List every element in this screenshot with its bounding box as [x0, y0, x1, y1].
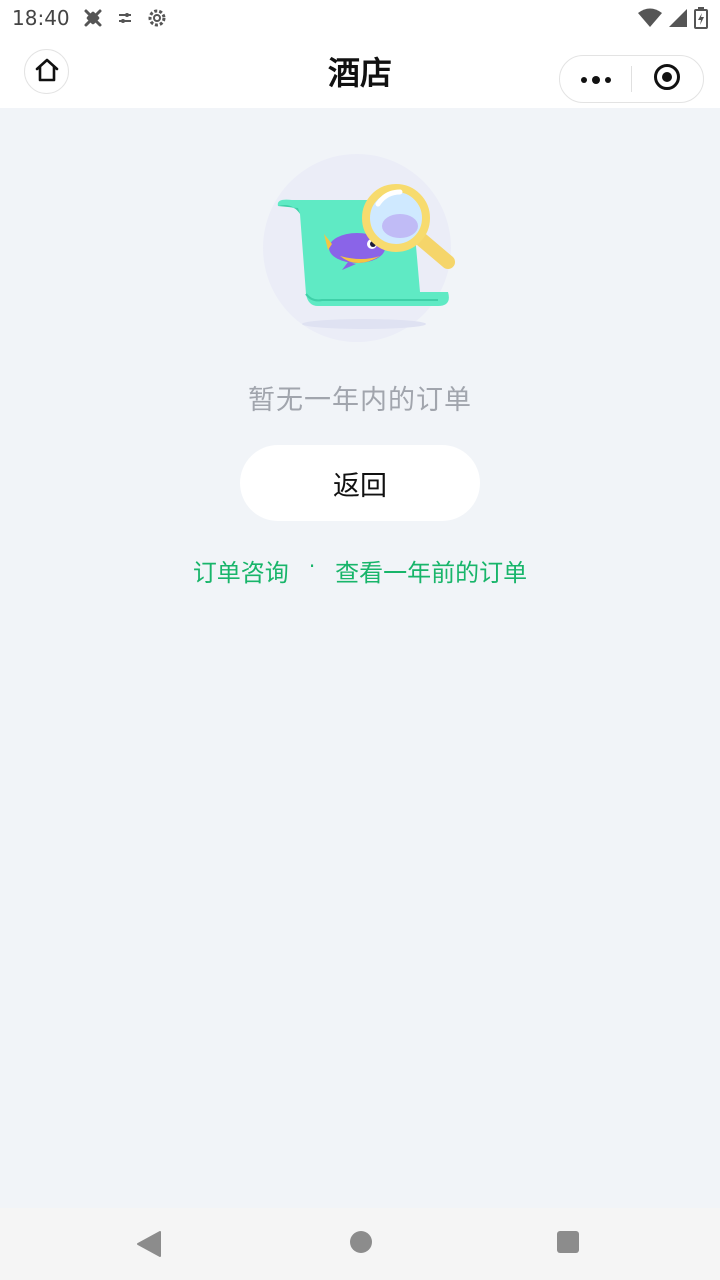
link-separator: · [308, 554, 316, 578]
battery-icon [694, 7, 708, 29]
older-orders-link[interactable]: 查看一年前的订单 [335, 553, 527, 588]
close-mini-program-button[interactable] [632, 56, 703, 102]
home-circle-icon[interactable] [349, 1230, 373, 1258]
more-dots-icon [580, 70, 612, 89]
target-icon [653, 63, 681, 95]
status-time: 18:40 [12, 6, 70, 30]
status-bar: 18:40 [0, 0, 720, 36]
status-icons-left [82, 7, 168, 29]
back-triangle-icon[interactable] [136, 1230, 162, 1262]
recents-square-icon[interactable] [556, 1230, 580, 1258]
title-bar: 酒店 [0, 36, 720, 108]
back-button[interactable]: 返回 [240, 445, 480, 521]
more-button[interactable] [560, 56, 631, 102]
wifi-icon [638, 8, 662, 28]
mini-program-capsule [559, 55, 704, 103]
empty-state-illustration [262, 152, 462, 344]
home-button[interactable] [24, 49, 69, 94]
status-icons-right [638, 7, 708, 29]
order-links: 订单咨询 · 查看一年前的订单 [0, 550, 720, 590]
bug-icon [82, 7, 104, 29]
settings-icon [146, 7, 168, 29]
empty-state-message: 暂无一年内的订单 [248, 385, 472, 416]
system-nav-bar [0, 1208, 720, 1280]
tune-icon [118, 11, 132, 25]
signal-icon [668, 8, 688, 28]
home-icon [34, 57, 60, 87]
order-consult-link[interactable]: 订单咨询 [193, 553, 289, 588]
